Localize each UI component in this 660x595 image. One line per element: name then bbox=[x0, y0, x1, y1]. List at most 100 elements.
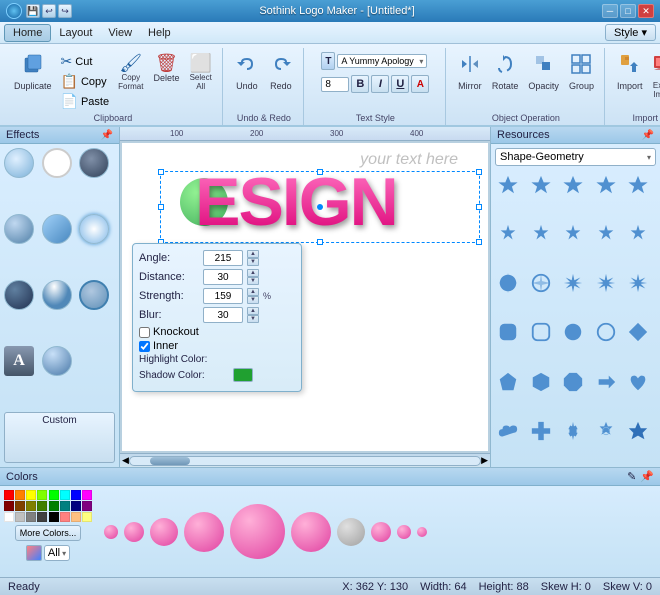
shape-rounded-1[interactable] bbox=[495, 319, 521, 345]
effects-pin[interactable]: 📌 bbox=[101, 130, 113, 141]
cut-button[interactable]: ✂ Cut bbox=[58, 52, 113, 71]
shape-6star-1[interactable] bbox=[495, 221, 521, 247]
shape-star6-alt[interactable] bbox=[625, 418, 651, 444]
shape-starburst-3[interactable] bbox=[625, 270, 651, 296]
copy-format-button[interactable]: 🖌 CopyFormat bbox=[114, 52, 147, 93]
swatch-blue[interactable] bbox=[71, 490, 81, 500]
duplicate-button[interactable]: Duplicate bbox=[10, 50, 56, 93]
shape-burst-2[interactable] bbox=[528, 270, 554, 296]
shadow-color-swatch[interactable] bbox=[233, 368, 253, 382]
swatch-white[interactable] bbox=[4, 512, 14, 522]
export-image-button[interactable]: ExportImage bbox=[648, 50, 660, 101]
close-button[interactable]: ✕ bbox=[638, 4, 654, 18]
shape-starburst-2[interactable] bbox=[593, 270, 619, 296]
strength-input[interactable] bbox=[203, 288, 243, 304]
distance-input[interactable] bbox=[203, 269, 243, 285]
swatch-medium-green[interactable] bbox=[49, 501, 59, 511]
swatch-navy[interactable] bbox=[71, 501, 81, 511]
underline-button[interactable]: U bbox=[391, 75, 409, 93]
redo-button[interactable]: Redo bbox=[265, 50, 297, 93]
knockout-checkbox[interactable] bbox=[139, 327, 150, 338]
effect-dark2[interactable] bbox=[4, 280, 34, 310]
handle-middle-right[interactable] bbox=[476, 204, 482, 210]
effect-dark[interactable] bbox=[79, 148, 109, 178]
swatch-light-orange[interactable] bbox=[71, 512, 81, 522]
shape-5star-2[interactable] bbox=[528, 172, 554, 198]
shape-6star-2[interactable] bbox=[528, 221, 554, 247]
shape-6star-5[interactable] bbox=[625, 221, 651, 247]
shape-arrow[interactable] bbox=[593, 369, 619, 395]
effect-emboss[interactable] bbox=[4, 214, 34, 244]
shape-rounded-2[interactable] bbox=[528, 319, 554, 345]
mirror-button[interactable]: Mirror bbox=[454, 50, 486, 93]
swatch-cyan[interactable] bbox=[60, 490, 70, 500]
effect-gradient[interactable] bbox=[42, 214, 72, 244]
gradient-preview[interactable] bbox=[26, 545, 42, 561]
opacity-button[interactable]: Opacity bbox=[524, 50, 563, 93]
shape-pentagon[interactable] bbox=[495, 369, 521, 395]
copy-button[interactable]: 📋 Copy bbox=[58, 72, 113, 91]
swatch-purple[interactable] bbox=[82, 501, 92, 511]
minimize-button[interactable]: ─ bbox=[602, 4, 618, 18]
bold-button[interactable]: B bbox=[351, 75, 369, 93]
italic-button[interactable]: I bbox=[371, 75, 389, 93]
blur-up[interactable]: ▲ bbox=[247, 307, 259, 315]
effect-plain[interactable] bbox=[4, 148, 34, 178]
redo-quick-btn[interactable]: ↪ bbox=[58, 4, 72, 18]
select-all-button[interactable]: ⬜ SelectAll bbox=[185, 52, 215, 93]
distance-up[interactable]: ▲ bbox=[247, 269, 259, 277]
distance-down[interactable]: ▼ bbox=[247, 277, 259, 285]
swatch-teal[interactable] bbox=[60, 501, 70, 511]
swatch-yellow-green[interactable] bbox=[37, 490, 47, 500]
effect-outline[interactable] bbox=[42, 148, 72, 178]
font-size-dropdown[interactable]: 8 bbox=[321, 77, 349, 92]
swatch-dark-green[interactable] bbox=[37, 501, 47, 511]
horizontal-scrollbar[interactable] bbox=[129, 456, 481, 466]
shape-5star-1[interactable] bbox=[495, 172, 521, 198]
menu-home[interactable]: Home bbox=[4, 24, 51, 42]
swatch-dark-red[interactable] bbox=[4, 501, 14, 511]
color-style-dropdown[interactable]: All ▾ bbox=[44, 545, 70, 561]
group-button[interactable]: Group bbox=[565, 50, 598, 93]
rotate-button[interactable]: Rotate bbox=[488, 50, 523, 93]
swatch-yellow[interactable] bbox=[26, 490, 36, 500]
shape-circle-1[interactable] bbox=[560, 319, 586, 345]
edit-colors-icon[interactable]: ✎ bbox=[627, 470, 636, 483]
text-color-button[interactable]: A bbox=[411, 75, 429, 93]
shape-diamond[interactable] bbox=[625, 319, 651, 345]
swatch-light-red[interactable] bbox=[60, 512, 70, 522]
shape-6star-4[interactable] bbox=[593, 221, 619, 247]
swatch-gray[interactable] bbox=[26, 512, 36, 522]
handle-bottom-right[interactable] bbox=[476, 239, 482, 245]
menu-view[interactable]: View bbox=[100, 25, 140, 41]
resources-dropdown[interactable]: Shape-Geometry ▾ bbox=[495, 148, 656, 166]
shape-5star-3[interactable] bbox=[560, 172, 586, 198]
shape-6star-3[interactable] bbox=[560, 221, 586, 247]
blur-input[interactable] bbox=[203, 307, 243, 323]
shape-cloud[interactable] bbox=[495, 418, 521, 444]
canvas-content[interactable]: your text here D ESIGN bbox=[122, 143, 488, 451]
shape-starburst-1[interactable] bbox=[560, 270, 586, 296]
resources-pin[interactable]: 📌 bbox=[642, 130, 654, 141]
swatch-silver[interactable] bbox=[15, 512, 25, 522]
angle-up[interactable]: ▲ bbox=[247, 250, 259, 258]
swatch-green[interactable] bbox=[49, 490, 59, 500]
swatch-orange[interactable] bbox=[15, 490, 25, 500]
swatch-magenta[interactable] bbox=[82, 490, 92, 500]
shape-octagon[interactable] bbox=[560, 369, 586, 395]
shape-badge[interactable] bbox=[593, 418, 619, 444]
import-button[interactable]: Import bbox=[613, 50, 647, 93]
shape-gear[interactable] bbox=[560, 418, 586, 444]
shape-burst-1[interactable] bbox=[495, 270, 521, 296]
effect-current[interactable] bbox=[79, 280, 109, 310]
font-family-dropdown[interactable]: A Yummy Apology ▾ bbox=[337, 54, 427, 68]
handle-top-right[interactable] bbox=[476, 169, 482, 175]
inner-checkbox[interactable] bbox=[139, 341, 150, 352]
effect-glow[interactable] bbox=[79, 214, 109, 244]
swatch-dark-gray[interactable] bbox=[37, 512, 47, 522]
scrollbar-thumb-h[interactable] bbox=[150, 457, 190, 465]
effect-shiny[interactable] bbox=[42, 280, 72, 310]
shape-5star-4[interactable] bbox=[593, 172, 619, 198]
menu-help[interactable]: Help bbox=[140, 25, 179, 41]
effect-btn2[interactable] bbox=[42, 346, 72, 376]
